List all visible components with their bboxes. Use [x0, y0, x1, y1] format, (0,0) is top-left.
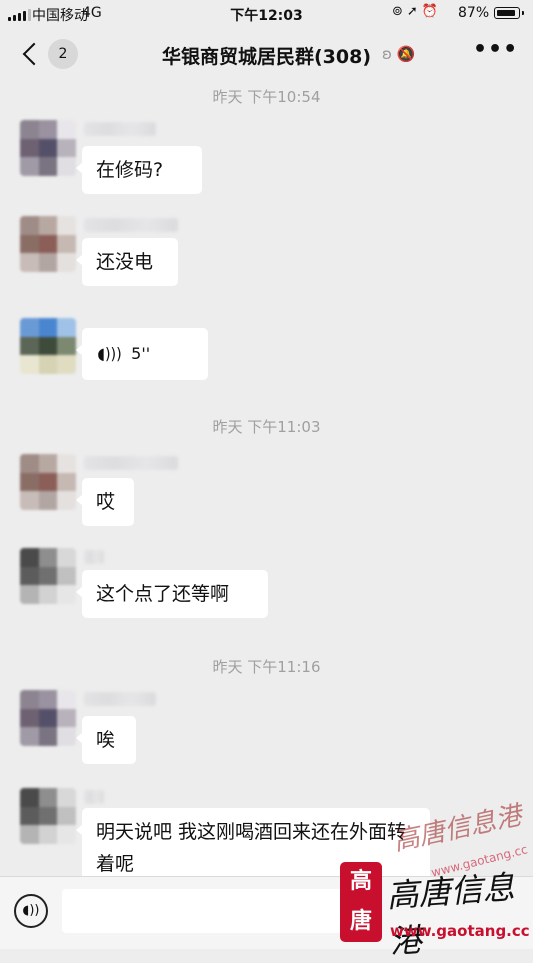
avatar[interactable]	[20, 318, 76, 374]
message-text: 在修码?	[96, 159, 164, 181]
blurred-nickname	[84, 456, 178, 470]
status-bar: 中国移动 4G 下午12:03 ⊚➚⏰ 87%	[0, 0, 533, 26]
location-arrow-icon: ➚	[406, 4, 422, 19]
mute-bell-icon: 🔕	[396, 45, 416, 63]
blurred-nickname	[84, 692, 156, 706]
message-text: 还没电	[96, 251, 154, 273]
status-icons: ⊚➚⏰	[392, 4, 442, 19]
message-text: 唉	[96, 729, 116, 751]
watermark-url-faded: www.gaotang.cc	[429, 842, 529, 880]
message-bubble[interactable]: 唉	[76, 716, 136, 764]
chat-title: 华银商贸城居民群(308)	[161, 46, 372, 68]
message-input[interactable]	[62, 889, 352, 933]
alarm-icon: ⏰	[421, 4, 442, 19]
avatar[interactable]	[20, 120, 76, 176]
title-status-icons: ʚ 🔕	[382, 45, 415, 63]
voice-wave-icon: ◖)))	[97, 344, 122, 363]
voice-input-button[interactable]: ◖))	[14, 894, 48, 928]
more-options-button[interactable]: •••	[473, 38, 517, 68]
message-bubble[interactable]: 哎	[76, 478, 134, 526]
voice-duration: 5''	[131, 344, 151, 363]
blurred-nickname	[84, 122, 156, 136]
input-bar: ◖))	[0, 876, 533, 949]
message-bubble[interactable]: 在修码?	[76, 146, 202, 194]
message-text: 哎	[96, 491, 116, 513]
timestamp: 昨天 下午10:54	[212, 88, 321, 106]
avatar[interactable]	[20, 788, 76, 844]
battery-icon	[494, 7, 524, 19]
chat-header: 2 华银商贸城居民群(308) ʚ 🔕 •••	[0, 26, 533, 82]
blurred-nickname	[84, 790, 104, 804]
clock: 下午12:03	[230, 8, 303, 24]
avatar[interactable]	[20, 690, 76, 746]
message-bubble[interactable]: 这个点了还等啊	[76, 570, 268, 618]
blurred-nickname	[84, 218, 178, 232]
timestamp: 昨天 下午11:03	[212, 418, 321, 436]
blurred-nickname	[84, 550, 104, 564]
battery-percent: 87%	[458, 5, 490, 21]
timestamp: 昨天 下午11:16	[212, 658, 321, 676]
voice-message-bubble[interactable]: ◖))) 5''	[76, 328, 208, 380]
ear-icon: ʚ	[382, 45, 392, 63]
lock-rotation-icon: ⊚	[392, 4, 407, 19]
avatar[interactable]	[20, 216, 76, 272]
avatar[interactable]	[20, 548, 76, 604]
voice-wave-icon: ◖))	[22, 903, 40, 918]
message-text: 明天说吧 我这刚喝酒回来还在外面转着呢	[96, 821, 407, 875]
message-bubble[interactable]: 还没电	[76, 238, 178, 286]
message-text: 这个点了还等啊	[96, 583, 230, 605]
avatar[interactable]	[20, 454, 76, 510]
